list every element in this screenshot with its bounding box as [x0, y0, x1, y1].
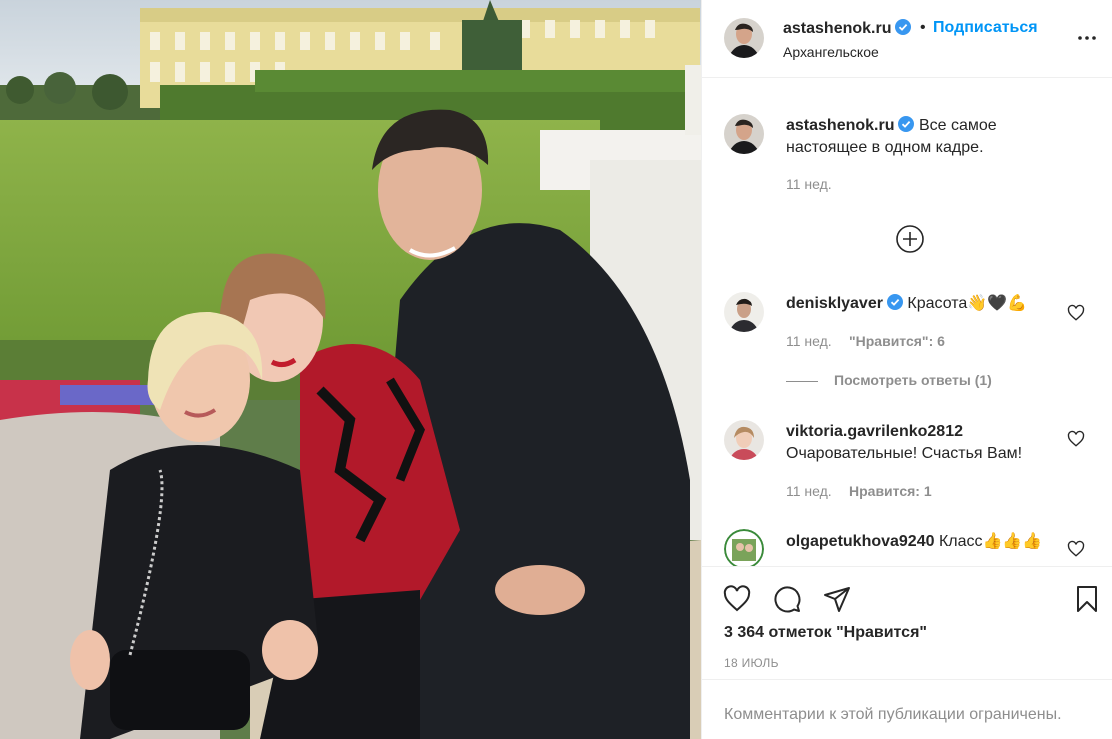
more-options-icon[interactable]	[1075, 26, 1099, 50]
caption-line-1: astashenok.ru Все самое	[786, 115, 997, 137]
comment-avatar[interactable]	[724, 292, 764, 332]
post-image	[0, 0, 701, 739]
comments-restricted-notice: Комментарии к этой публикации ограничены…	[724, 706, 1062, 723]
caption-avatar[interactable]	[724, 114, 764, 154]
comment-likes[interactable]: "Нравится": 6	[849, 333, 945, 349]
view-replies-label: Посмотреть ответы (1)	[834, 372, 992, 388]
verified-badge-icon	[898, 116, 915, 132]
like-heart-icon[interactable]	[722, 584, 752, 614]
comment-avatar[interactable]	[724, 529, 764, 566]
caption-text-1: Все самое	[918, 117, 997, 134]
follow-button[interactable]: Подписаться	[933, 19, 1038, 37]
comment-text: Очаровательные! Счастья Вам!	[786, 445, 1023, 462]
comment-icon[interactable]	[772, 584, 802, 614]
comment-text: Красота👋🖤💪	[907, 295, 1028, 312]
separator-dot: •	[920, 19, 926, 36]
replies-divider	[786, 380, 818, 382]
likes-count[interactable]: 3 364 отметок "Нравится"	[724, 624, 927, 642]
comments-list[interactable]: astashenok.ru Все самое настоящее в одно…	[702, 79, 1112, 566]
bookmark-icon[interactable]	[1072, 584, 1102, 614]
caption-author[interactable]: astashenok.ru	[786, 117, 894, 134]
load-more-comments-icon[interactable]	[895, 224, 925, 254]
post-side-panel: astashenok.ru • Подписаться Архангельско…	[701, 0, 1112, 739]
verified-badge-icon	[886, 294, 903, 310]
comment-time[interactable]: 11 нед.	[786, 333, 832, 349]
post-photo[interactable]	[0, 0, 701, 739]
author-username[interactable]: astashenok.ru	[783, 19, 912, 38]
post-header: astashenok.ru • Подписаться Архангельско…	[702, 0, 1112, 78]
caption-time[interactable]: 11 нед.	[786, 176, 832, 192]
author-avatar[interactable]	[724, 18, 764, 58]
comment-text: Класс👍👍👍	[938, 533, 1043, 550]
comment-author[interactable]: olgapetukhova9240	[786, 533, 935, 550]
comment-time[interactable]: 11 нед.	[786, 483, 832, 499]
verified-badge-icon	[895, 19, 912, 35]
comment-avatar[interactable]	[724, 420, 764, 460]
comment-line: denisklyaver Красота👋🖤💪	[786, 293, 1027, 315]
post-location[interactable]: Архангельское	[783, 44, 879, 60]
share-icon[interactable]	[822, 584, 852, 614]
comment-like-heart-icon[interactable]	[1067, 540, 1085, 558]
comment-likes[interactable]: Нравится: 1	[849, 483, 932, 499]
comment-like-heart-icon[interactable]	[1067, 304, 1085, 322]
comment-line: olgapetukhova9240 Класс👍👍👍	[786, 531, 1042, 553]
caption-text-2: настоящее в одном кадре.	[786, 139, 984, 156]
comment-author[interactable]: viktoria.gavrilenko2812	[786, 421, 963, 443]
post-date[interactable]: 18 ИЮЛЬ	[724, 656, 779, 670]
comment-author[interactable]: denisklyaver	[786, 295, 883, 312]
comment-like-heart-icon[interactable]	[1067, 430, 1085, 448]
comment-footer: Комментарии к этой публикации ограничены…	[702, 679, 1112, 739]
view-replies-button[interactable]: Посмотреть ответы (1)	[786, 372, 992, 388]
